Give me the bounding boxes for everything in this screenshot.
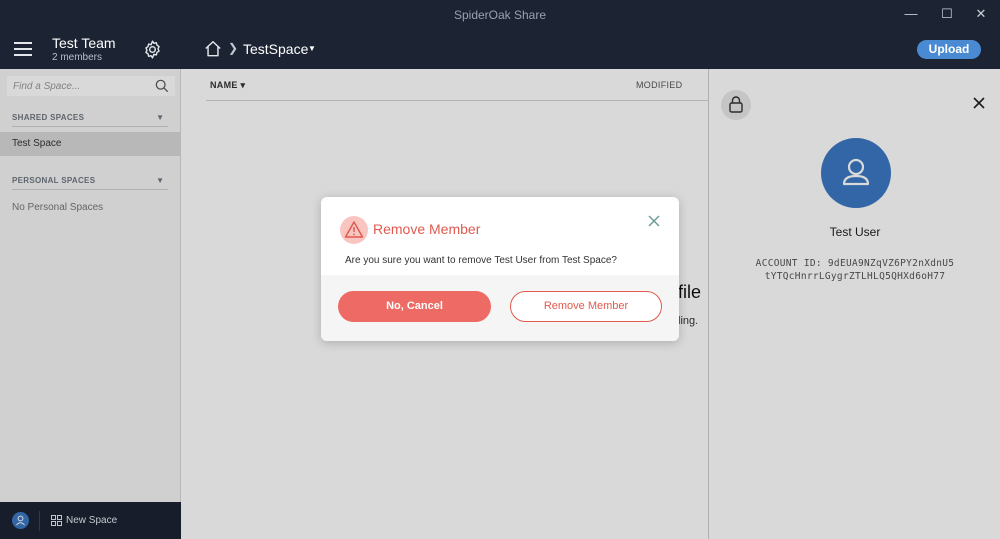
home-icon[interactable] xyxy=(204,39,222,58)
menu-icon[interactable] xyxy=(14,42,32,56)
team-name[interactable]: Test Team xyxy=(52,35,116,51)
app-header: Test Team 2 members ❯ TestSpace ▼ Upload xyxy=(0,29,1000,69)
dialog-footer: No, Cancel Remove Member xyxy=(321,275,679,341)
close-icon[interactable]: ✕ xyxy=(966,3,996,25)
breadcrumb-separator-icon: ❯ xyxy=(228,41,239,55)
upload-button[interactable]: Upload xyxy=(917,40,981,59)
maximize-icon[interactable]: ☐ xyxy=(932,3,962,25)
warning-icon xyxy=(344,221,364,238)
remove-member-dialog: Remove Member Are you sure you want to r… xyxy=(321,197,679,341)
minimize-icon[interactable]: — xyxy=(896,3,926,25)
cancel-button[interactable]: No, Cancel xyxy=(338,291,491,322)
chevron-down-icon[interactable]: ▼ xyxy=(308,44,316,53)
dialog-message: Are you sure you want to remove Test Use… xyxy=(345,255,617,266)
close-icon[interactable] xyxy=(647,214,661,228)
team-member-count: 2 members xyxy=(52,52,103,63)
window-titlebar: SpiderOak Share — ☐ ✕ xyxy=(0,0,1000,29)
remove-member-button[interactable]: Remove Member xyxy=(510,291,662,322)
dialog-title: Remove Member xyxy=(373,221,481,237)
window-title: SpiderOak Share xyxy=(453,8,547,22)
warning-badge xyxy=(340,216,368,244)
breadcrumb-current-space[interactable]: TestSpace xyxy=(243,41,308,57)
gear-icon[interactable] xyxy=(142,39,163,60)
